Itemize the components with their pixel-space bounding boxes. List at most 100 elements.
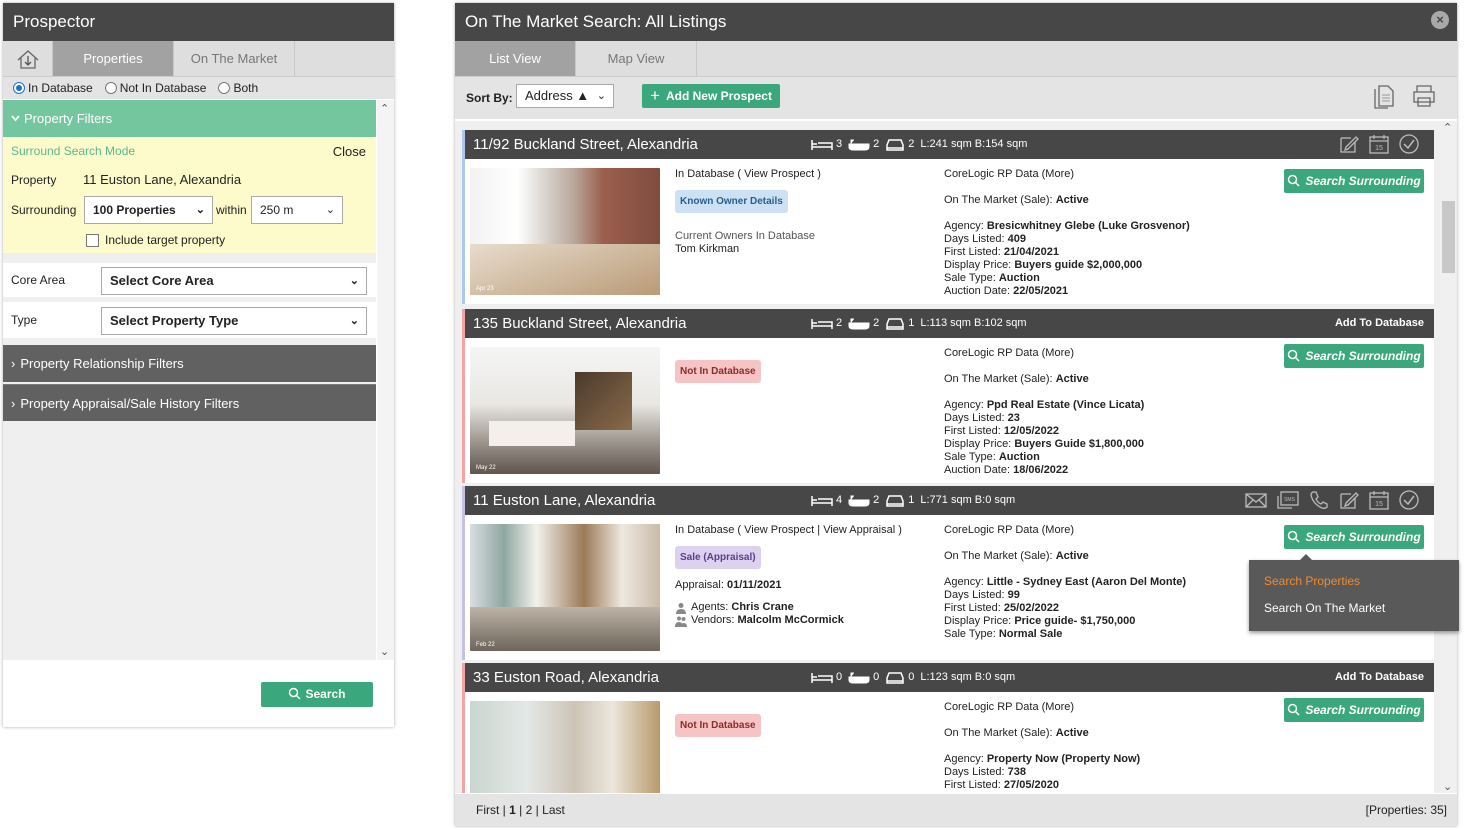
not-in-database-badge: Not In Database [675,714,761,737]
agency-label: Agency: [944,753,984,765]
known-owner-badge[interactable]: Known Owner Details [675,190,788,213]
scroll-up-icon[interactable]: ⌃ [1443,121,1452,134]
relationship-filters-label: Property Relationship Filters [20,356,184,371]
listing-address[interactable]: 135 Buckland Street, Alexandria [473,315,686,332]
document-icon[interactable] [1373,83,1395,109]
pager-footer: First | 1 | 2 | Last [Properties: 35] [455,794,1457,826]
search-surrounding-label: Search Surrounding [1305,530,1421,544]
add-to-database-link[interactable]: Add To Database [1335,663,1424,692]
auction-date-value: 18/06/2022 [1013,464,1069,476]
list-scrollbar[interactable]: ⌃ ⌄ [1440,121,1457,793]
view-tabs: List View Map View [455,41,1457,77]
edit-icon[interactable] [1338,133,1360,155]
view-prospect-link[interactable]: View Prospect [744,524,814,536]
pager-page-2[interactable]: 2 [526,803,533,817]
search-surrounding-button[interactable]: Search Surrounding [1284,169,1424,193]
listing-header: 11 Euston Lane, Alexandria 4 2 1 L:771 s… [465,486,1434,515]
close-icon[interactable]: × [1431,11,1449,29]
surrounding-select[interactable]: 100 Properties ⌄ [84,196,213,224]
otm-value: Active [1055,194,1089,206]
tab-on-the-market[interactable]: On The Market [174,41,295,76]
search-surrounding-button[interactable]: Search Surrounding [1284,525,1424,549]
search-surrounding-button[interactable]: Search Surrounding [1284,698,1424,722]
check-circle-icon[interactable] [1398,489,1420,511]
appraisal-filters-header[interactable]: › Property Appraisal/Sale History Filters [3,384,376,421]
menu-item-search-properties[interactable]: Search Properties [1264,574,1360,588]
calendar-icon[interactable]: 15 [1368,489,1390,511]
listing-address[interactable]: 11/92 Buckland Street, Alexandria [473,136,698,153]
menu-item-search-on-the-market[interactable]: Search On The Market [1264,601,1385,615]
market-info: CoreLogic RP Data (More) On The Market (… [944,347,1144,477]
tab-map-view[interactable]: Map View [576,41,697,76]
listing-address[interactable]: 11 Euston Lane, Alexandria [473,492,655,509]
scroll-thumb[interactable] [1442,201,1455,273]
listing-specs: 2 2 1 L:113 sqm B:102 sqm [811,309,1033,338]
printer-icon[interactable] [1411,84,1437,108]
market-search-panel: On The Market Search: All Listings × Lis… [455,3,1457,826]
radio-not-in-database[interactable]: Not In Database [104,81,207,95]
home-icon-tab[interactable] [3,41,53,76]
scroll-down-icon[interactable]: ⌄ [380,645,389,658]
search-button[interactable]: Search [261,682,373,707]
include-target-checkbox[interactable] [86,233,99,247]
pager-page-1[interactable]: 1 [509,803,516,817]
listing-photo[interactable]: Feb 22 [470,524,660,651]
email-icon[interactable] [1244,489,1268,511]
appraisal-value: 01/11/2021 [726,579,782,591]
filters-scrollbar[interactable]: ⌃ ⌄ [377,100,394,660]
view-prospect-link[interactable]: View Prospect [744,168,814,180]
search-surrounding-button[interactable]: Search Surrounding [1284,344,1424,368]
chevron-down-icon: ⌄ [195,204,205,216]
chevron-down-icon: ⌄ [349,315,359,327]
db-info: In Database ( View Prospect ) Known Owne… [675,168,821,256]
bath-icon [848,318,870,329]
listing-photo[interactable]: May 22 [470,347,660,474]
pager-sep: | [519,803,523,817]
radio-dot[interactable] [13,82,25,94]
edit-icon[interactable] [1338,489,1360,511]
otm-value: Active [1055,550,1089,562]
listing-photo[interactable] [470,701,660,793]
pager-first[interactable]: First [476,803,499,817]
close-link[interactable]: Close [333,144,366,159]
bath-icon [848,495,870,506]
add-to-database-link[interactable]: Add To Database [1335,309,1424,338]
relationship-filters-header[interactable]: › Property Relationship Filters [3,345,376,382]
pager-last[interactable]: Last [542,803,565,817]
check-circle-icon[interactable] [1398,133,1420,155]
radio-dot[interactable] [218,82,231,94]
bath-icon [848,139,870,150]
rp-data-link[interactable]: CoreLogic RP Data (More) [944,701,1140,714]
scroll-up-icon[interactable]: ⌃ [380,102,389,115]
property-filters-header[interactable]: Property Filters [3,100,376,137]
add-new-prospect-button[interactable]: + Add New Prospect [642,84,780,108]
sms-icon[interactable]: SMS [1276,489,1300,511]
phone-icon[interactable] [1308,489,1330,511]
view-appraisal-link[interactable]: View Appraisal [823,524,895,536]
within-select[interactable]: 250 m ⌄ [251,196,343,224]
core-area-select[interactable]: Select Core Area ⌄ [101,267,367,295]
baths-count: 2 [873,317,880,329]
listing-photo[interactable]: Apr 23 [470,168,660,295]
listing-address[interactable]: 33 Euston Road, Alexandria [473,669,659,686]
radio-in-database[interactable]: In Database [13,81,93,95]
otm-label: On The Market (Sale): [944,194,1053,206]
radio-label: Not In Database [119,81,207,95]
radio-dot[interactable] [104,82,117,94]
auction-date-label: Auction Date: [944,285,1011,297]
radio-both[interactable]: Both [218,81,258,95]
scroll-down-icon[interactable]: ⌄ [1443,780,1452,793]
rp-data-link[interactable]: CoreLogic RP Data (More) [944,168,1190,181]
rp-data-link[interactable]: CoreLogic RP Data (More) [944,524,1186,537]
tab-list-view[interactable]: List View [455,41,576,76]
sort-select[interactable]: Address ▲ ⌄ [516,84,614,108]
calendar-icon[interactable]: 15 [1368,133,1390,155]
pager-sep: | [535,803,539,817]
listing-card: 33 Euston Road, Alexandria 0 0 0 L:123 s… [462,663,1434,793]
days-label: Days Listed: [944,412,1005,424]
property-type-select[interactable]: Select Property Type ⌄ [101,307,367,335]
rp-data-link[interactable]: CoreLogic RP Data (More) [944,347,1144,360]
sale-appraisal-badge[interactable]: Sale (Appraisal) [675,546,761,569]
tab-properties[interactable]: Properties [53,41,174,76]
car-icon [886,317,904,330]
